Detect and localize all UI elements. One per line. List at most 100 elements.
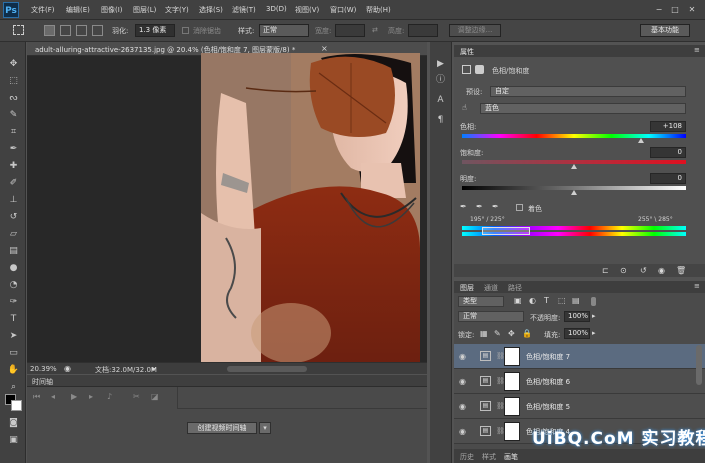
reset-icon[interactable]: ↺ bbox=[640, 266, 647, 275]
eyedropper-tool-icon[interactable]: ✒ bbox=[7, 143, 20, 156]
antialias-checkbox[interactable] bbox=[182, 27, 189, 34]
path-select-icon[interactable]: ➤ bbox=[7, 330, 20, 343]
filter-shape-icon[interactable]: ⬚ bbox=[558, 296, 566, 305]
lightness-slider-thumb[interactable] bbox=[571, 190, 577, 195]
audio-icon[interactable]: ♪ bbox=[107, 392, 112, 401]
layer-row[interactable]: ◉ ▤ ⛓ 色相/饱和度 5 bbox=[454, 394, 705, 419]
saturation-input[interactable]: 0 bbox=[650, 147, 686, 158]
delete-icon[interactable]: 🗑 bbox=[676, 266, 686, 275]
hue-slider-thumb[interactable] bbox=[638, 138, 645, 143]
opacity-arrow-icon[interactable]: ▸ bbox=[592, 312, 596, 320]
lock-transparency-icon[interactable]: ▦ bbox=[480, 329, 488, 338]
marquee-tool-icon[interactable] bbox=[13, 25, 24, 35]
shape-tool-icon[interactable]: ▭ bbox=[7, 347, 20, 360]
eraser-tool-icon[interactable]: ▱ bbox=[7, 228, 20, 241]
lasso-tool-icon[interactable]: ᔓ bbox=[7, 92, 20, 105]
play-actions-icon[interactable]: ▶ bbox=[434, 58, 447, 71]
close-window-button[interactable]: ✕ bbox=[686, 4, 698, 15]
transition-icon[interactable]: ◪ bbox=[151, 392, 159, 401]
menu-window[interactable]: 窗口(W) bbox=[330, 5, 356, 15]
menu-image[interactable]: 图像(I) bbox=[101, 5, 123, 15]
type-tool-icon[interactable]: T bbox=[7, 313, 20, 326]
menu-filter[interactable]: 滤镜(T) bbox=[232, 5, 256, 15]
workspace-select[interactable]: 基本功能 bbox=[640, 24, 690, 37]
layers-scrollbar[interactable] bbox=[696, 345, 702, 385]
screen-mode-icon[interactable]: ▣ bbox=[7, 434, 20, 447]
new-selection-icon[interactable] bbox=[44, 25, 55, 36]
tab-styles[interactable]: 样式 bbox=[482, 452, 496, 462]
zoom-level[interactable]: 20.39% bbox=[30, 365, 57, 373]
lock-all-icon[interactable]: 🔒 bbox=[522, 329, 532, 338]
filter-toggle[interactable] bbox=[591, 297, 596, 306]
filter-pixel-icon[interactable]: ▣ bbox=[514, 296, 522, 305]
channel-select[interactable]: 蓝色 bbox=[480, 103, 686, 114]
lock-position-icon[interactable]: ✥ bbox=[508, 329, 515, 338]
refine-edge-button[interactable]: 调整边缘... bbox=[449, 24, 501, 37]
hue-slider[interactable] bbox=[462, 134, 686, 138]
menu-help[interactable]: 帮助(H) bbox=[366, 5, 391, 15]
layers-menu-icon[interactable]: ≡ bbox=[694, 282, 700, 290]
tab-layers[interactable]: 图层 bbox=[460, 283, 474, 293]
layer-visibility-eye-icon[interactable]: ◉ bbox=[459, 427, 466, 436]
view-previous-icon[interactable]: ⊙ bbox=[620, 266, 627, 275]
healing-brush-icon[interactable]: ✚ bbox=[7, 160, 20, 173]
layer-mask-thumbnail[interactable] bbox=[504, 347, 520, 366]
lightness-input[interactable]: 0 bbox=[650, 173, 686, 184]
eyedropper-plus-icon[interactable]: ✒ bbox=[476, 202, 483, 211]
feather-input[interactable]: 1.3 像素 bbox=[135, 24, 175, 37]
menu-edit[interactable]: 编辑(E) bbox=[66, 5, 90, 15]
layer-name[interactable]: 色相/饱和度 6 bbox=[526, 377, 570, 387]
eyedropper-minus-icon[interactable]: ✒ bbox=[492, 202, 499, 211]
intersect-selection-icon[interactable] bbox=[92, 25, 103, 36]
minimize-button[interactable]: − bbox=[653, 4, 665, 15]
play-icon[interactable]: ▶ bbox=[71, 392, 77, 401]
brush-tool-icon[interactable]: ✐ bbox=[7, 177, 20, 190]
layer-mask-thumbnail[interactable] bbox=[504, 422, 520, 441]
opacity-input[interactable]: 100% bbox=[564, 311, 590, 322]
layer-visibility-eye-icon[interactable]: ◉ bbox=[459, 352, 466, 361]
tab-brushes[interactable]: 画笔 bbox=[504, 452, 518, 462]
horizontal-scrollbar[interactable] bbox=[227, 366, 307, 372]
background-color-swatch[interactable] bbox=[11, 400, 22, 411]
layer-mask-thumbnail[interactable] bbox=[504, 397, 520, 416]
previous-frame-icon[interactable]: ◂ bbox=[51, 392, 55, 401]
pen-tool-icon[interactable]: ✑ bbox=[7, 296, 20, 309]
target-adjust-hand-icon[interactable]: ☝ bbox=[462, 103, 467, 112]
layer-filter-select[interactable]: 类型 bbox=[458, 296, 504, 307]
visibility-icon[interactable]: ◉ bbox=[658, 266, 665, 275]
properties-tab[interactable]: 属性 bbox=[460, 47, 474, 57]
fill-arrow-icon[interactable]: ▸ bbox=[592, 329, 596, 337]
menu-file[interactable]: 文件(F) bbox=[31, 5, 55, 15]
tab-channels[interactable]: 通道 bbox=[484, 283, 498, 293]
swap-icon[interactable]: ⇄ bbox=[372, 26, 378, 34]
menu-view[interactable]: 视图(V) bbox=[295, 5, 319, 15]
crop-tool-icon[interactable]: ⌗ bbox=[7, 126, 20, 139]
hand-tool-icon[interactable]: ✋ bbox=[7, 364, 20, 377]
layer-name[interactable]: 色相/饱和度 7 bbox=[526, 352, 570, 362]
history-brush-icon[interactable]: ↺ bbox=[7, 211, 20, 224]
quick-select-tool-icon[interactable]: ✎ bbox=[7, 109, 20, 122]
filter-adjustment-icon[interactable]: ◐ bbox=[529, 296, 536, 305]
info-icon[interactable]: ⓘ bbox=[434, 74, 447, 87]
height-input[interactable] bbox=[408, 24, 438, 37]
add-selection-icon[interactable] bbox=[60, 25, 71, 36]
marquee-tool-icon[interactable]: ⬚ bbox=[7, 75, 20, 88]
paragraph-panel-icon[interactable]: ¶ bbox=[434, 114, 447, 127]
next-frame-icon[interactable]: ▸ bbox=[89, 392, 93, 401]
document-image[interactable] bbox=[201, 53, 420, 362]
saturation-slider-thumb[interactable] bbox=[571, 164, 577, 169]
status-menu-arrow-icon[interactable]: ▸ bbox=[152, 364, 156, 373]
panel-menu-icon[interactable]: ≡ bbox=[694, 46, 700, 54]
width-input[interactable] bbox=[335, 24, 365, 37]
lock-pixels-icon[interactable]: ✎ bbox=[494, 329, 501, 338]
tab-history[interactable]: 历史 bbox=[460, 452, 474, 462]
layer-mask-thumbnail[interactable] bbox=[504, 372, 520, 391]
quick-mask-icon[interactable]: ◙ bbox=[7, 417, 20, 430]
fill-input[interactable]: 100% bbox=[564, 328, 590, 339]
blend-mode-select[interactable]: 正常 bbox=[458, 311, 524, 322]
subtract-selection-icon[interactable] bbox=[76, 25, 87, 36]
clip-to-layer-icon[interactable]: ⊏ bbox=[602, 266, 609, 275]
timeline-tab[interactable]: 时间轴 bbox=[32, 377, 53, 387]
filter-type-icon[interactable]: T bbox=[544, 296, 549, 305]
split-icon[interactable]: ✂ bbox=[133, 392, 140, 401]
